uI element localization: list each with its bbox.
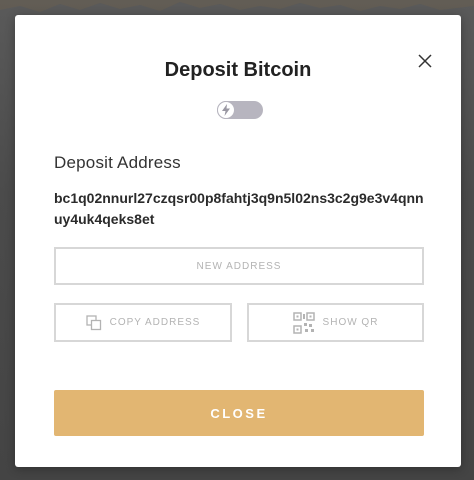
copy-address-label: COPY ADDRESS [109,317,201,328]
toggle-knob [217,101,235,119]
close-icon[interactable] [415,51,435,71]
deposit-modal: Deposit Bitcoin Deposit Address bc1q02nn… [15,15,461,467]
new-address-label: NEW ADDRESS [196,260,282,272]
show-qr-label: SHOW QR [322,317,379,328]
new-address-button[interactable]: NEW ADDRESS [54,247,424,285]
close-button-label: CLOSE [210,405,268,421]
lightning-toggle[interactable] [217,101,263,119]
close-button[interactable]: CLOSE [54,390,424,436]
modal-title: Deposit Bitcoin [164,59,312,81]
lightning-icon [222,104,230,116]
deposit-address-label: Deposit Address [54,153,181,172]
show-qr-button[interactable]: SHOW QR [247,303,424,342]
qr-code-icon [292,311,315,334]
copy-icon [85,314,102,331]
copy-address-button[interactable]: COPY ADDRESS [54,303,232,342]
deposit-address-value: bc1q02nnurl27czqsr00p8fahtj3q9n5l02ns3c2… [54,190,424,227]
